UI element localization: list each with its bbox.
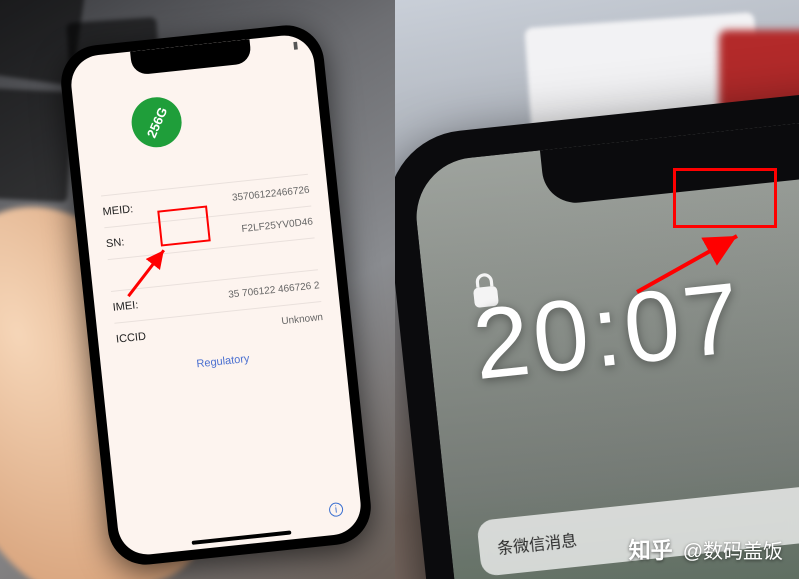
value-sn: F2LF25YV0D46 [241,217,313,235]
composite-image: ▮ 256G MEID: 35706122466726 SN: F2LF25YV… [0,0,799,579]
bg-box [0,88,73,203]
notch [130,39,252,75]
home-indicator [192,530,292,544]
right-photo: 20:07 条微信消息 现在 [395,0,799,579]
value-imei: 35 706122 466726 2 [228,280,320,301]
storage-sticker: 256G [124,89,190,155]
watermark: 知乎 @数码盖饭 [629,533,783,565]
author-handle: @数码盖饭 [683,535,783,564]
label-meid: MEID: [102,203,134,218]
info-icon: i [328,502,343,517]
annotation-box [157,205,210,246]
device-info-screen: ▮ 256G MEID: 35706122466726 SN: F2LF25YV… [68,33,363,558]
status-bar: ▮ [292,40,299,52]
value-meid: 35706122466726 [232,185,311,204]
annotation-arrow-icon [117,241,179,303]
label-iccid: ICCID [115,330,146,345]
notification-title: 条微信消息 [496,527,578,559]
iphone-closeup: 20:07 条微信消息 现在 [395,66,799,579]
annotation-box [673,168,777,228]
iphone-device: ▮ 256G MEID: 35706122466726 SN: F2LF25YV… [57,22,374,569]
left-photo: ▮ 256G MEID: 35706122466726 SN: F2LF25YV… [0,0,395,579]
annotation-arrow-icon [629,230,749,300]
zhihu-logo-text: 知乎 [629,533,673,565]
value-iccid: Unknown [281,312,324,327]
